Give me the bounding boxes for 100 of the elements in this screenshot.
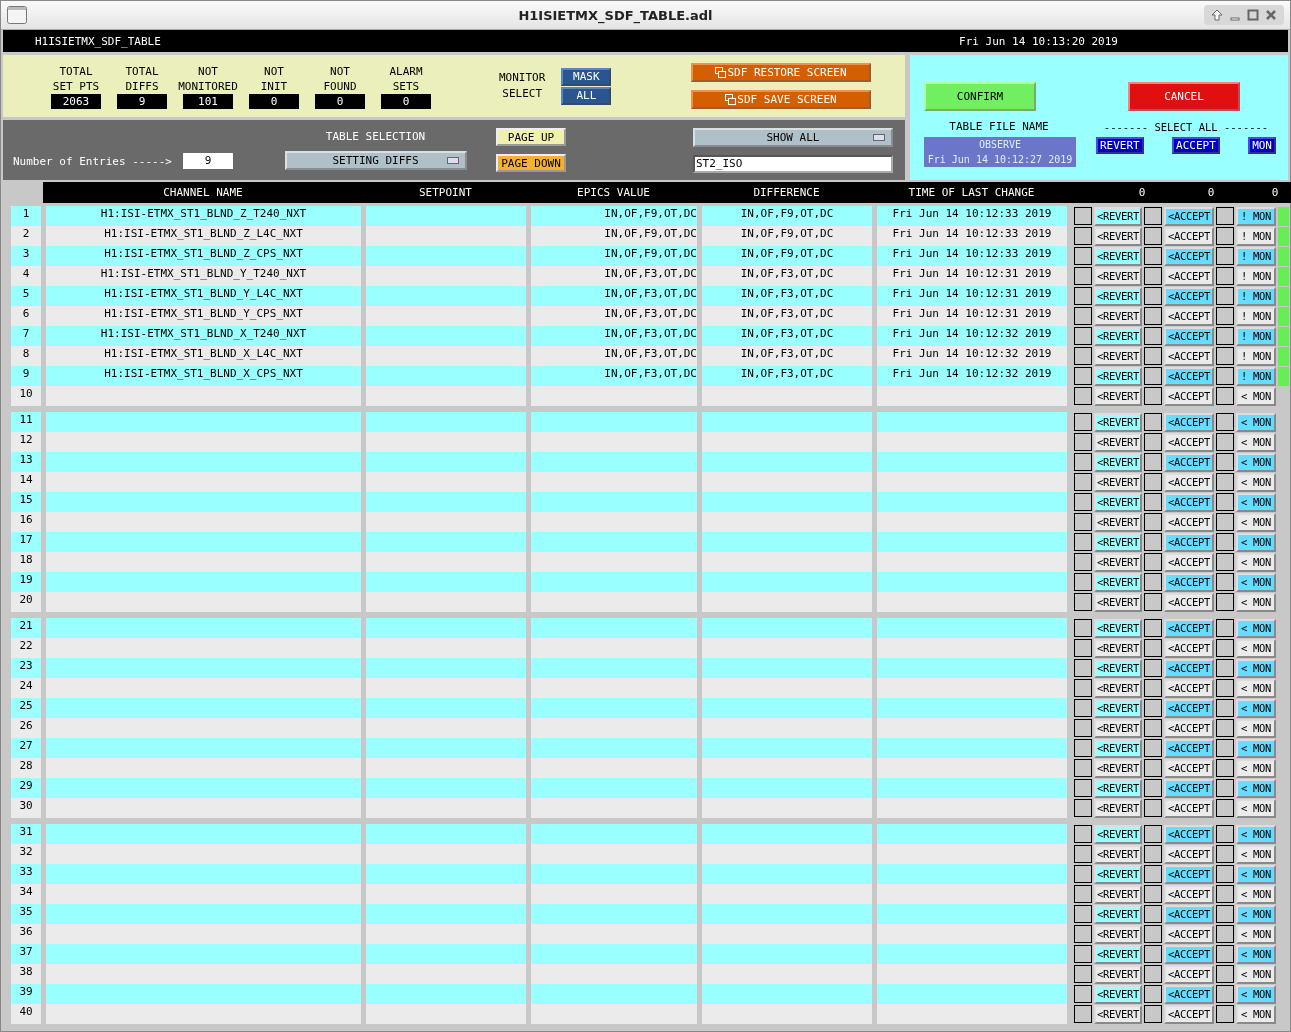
- checkbox[interactable]: [1074, 865, 1092, 883]
- checkbox[interactable]: [1144, 413, 1162, 431]
- checkbox[interactable]: [1144, 779, 1162, 797]
- checkbox[interactable]: [1216, 905, 1234, 923]
- checkbox[interactable]: [1216, 845, 1234, 863]
- revert-button[interactable]: <REVERT: [1094, 306, 1142, 326]
- revert-button[interactable]: <REVERT: [1094, 778, 1142, 798]
- monitor-button[interactable]: ! MON: [1236, 246, 1276, 266]
- accept-button[interactable]: <ACCEPT: [1164, 924, 1214, 944]
- accept-button[interactable]: <ACCEPT: [1164, 386, 1214, 406]
- checkbox[interactable]: [1216, 287, 1234, 305]
- checkbox[interactable]: [1144, 659, 1162, 677]
- monitor-button[interactable]: < MON: [1236, 658, 1276, 678]
- checkbox[interactable]: [1074, 387, 1092, 405]
- accept-button[interactable]: <ACCEPT: [1164, 366, 1214, 386]
- monitor-button[interactable]: < MON: [1236, 778, 1276, 798]
- checkbox[interactable]: [1074, 905, 1092, 923]
- monitor-button[interactable]: < MON: [1236, 552, 1276, 572]
- up-arrow-icon[interactable]: [1210, 8, 1224, 22]
- checkbox[interactable]: [1074, 845, 1092, 863]
- revert-button[interactable]: <REVERT: [1094, 386, 1142, 406]
- checkbox[interactable]: [1144, 307, 1162, 325]
- revert-button[interactable]: <REVERT: [1094, 844, 1142, 864]
- monitor-button[interactable]: < MON: [1236, 758, 1276, 778]
- checkbox[interactable]: [1074, 227, 1092, 245]
- checkbox[interactable]: [1074, 925, 1092, 943]
- checkbox[interactable]: [1074, 985, 1092, 1003]
- revert-button[interactable]: <REVERT: [1094, 864, 1142, 884]
- checkbox[interactable]: [1074, 473, 1092, 491]
- checkbox[interactable]: [1216, 639, 1234, 657]
- checkbox[interactable]: [1216, 307, 1234, 325]
- accept-button[interactable]: <ACCEPT: [1164, 412, 1214, 432]
- checkbox[interactable]: [1144, 885, 1162, 903]
- confirm-button[interactable]: CONFIRM: [924, 82, 1036, 111]
- accept-button[interactable]: <ACCEPT: [1164, 266, 1214, 286]
- select-all-button[interactable]: ACCEPT: [1172, 137, 1220, 154]
- accept-button[interactable]: <ACCEPT: [1164, 824, 1214, 844]
- screen-button[interactable]: SDF SAVE SCREEN: [691, 90, 871, 109]
- accept-button[interactable]: <ACCEPT: [1164, 964, 1214, 984]
- accept-button[interactable]: <ACCEPT: [1164, 678, 1214, 698]
- accept-button[interactable]: <ACCEPT: [1164, 1004, 1214, 1024]
- revert-button[interactable]: <REVERT: [1094, 944, 1142, 964]
- cancel-button[interactable]: CANCEL: [1128, 82, 1240, 111]
- checkbox[interactable]: [1216, 227, 1234, 245]
- checkbox[interactable]: [1074, 433, 1092, 451]
- checkbox[interactable]: [1144, 573, 1162, 591]
- accept-button[interactable]: <ACCEPT: [1164, 944, 1214, 964]
- checkbox[interactable]: [1144, 287, 1162, 305]
- checkbox[interactable]: [1216, 247, 1234, 265]
- checkbox[interactable]: [1216, 493, 1234, 511]
- revert-button[interactable]: <REVERT: [1094, 432, 1142, 452]
- maximize-icon[interactable]: [1246, 8, 1260, 22]
- checkbox[interactable]: [1144, 453, 1162, 471]
- monitor-button[interactable]: < MON: [1236, 386, 1276, 406]
- checkbox[interactable]: [1074, 267, 1092, 285]
- monitor-button[interactable]: < MON: [1236, 532, 1276, 552]
- revert-button[interactable]: <REVERT: [1094, 412, 1142, 432]
- accept-button[interactable]: <ACCEPT: [1164, 984, 1214, 1004]
- accept-button[interactable]: <ACCEPT: [1164, 884, 1214, 904]
- checkbox[interactable]: [1144, 619, 1162, 637]
- monitor-button[interactable]: < MON: [1236, 864, 1276, 884]
- revert-button[interactable]: <REVERT: [1094, 904, 1142, 924]
- monitor-button[interactable]: < MON: [1236, 924, 1276, 944]
- checkbox[interactable]: [1216, 533, 1234, 551]
- accept-button[interactable]: <ACCEPT: [1164, 452, 1214, 472]
- select-all-button[interactable]: REVERT: [1096, 137, 1144, 154]
- revert-button[interactable]: <REVERT: [1094, 984, 1142, 1004]
- accept-button[interactable]: <ACCEPT: [1164, 658, 1214, 678]
- checkbox[interactable]: [1074, 513, 1092, 531]
- revert-button[interactable]: <REVERT: [1094, 638, 1142, 658]
- checkbox[interactable]: [1144, 367, 1162, 385]
- revert-button[interactable]: <REVERT: [1094, 326, 1142, 346]
- checkbox[interactable]: [1144, 865, 1162, 883]
- checkbox[interactable]: [1074, 639, 1092, 657]
- checkbox[interactable]: [1216, 885, 1234, 903]
- monitor-button[interactable]: ! MON: [1236, 326, 1276, 346]
- accept-button[interactable]: <ACCEPT: [1164, 904, 1214, 924]
- checkbox[interactable]: [1074, 347, 1092, 365]
- checkbox[interactable]: [1144, 207, 1162, 225]
- revert-button[interactable]: <REVERT: [1094, 718, 1142, 738]
- monitor-button[interactable]: ALL: [561, 86, 612, 105]
- monitor-button[interactable]: < MON: [1236, 844, 1276, 864]
- checkbox[interactable]: [1144, 759, 1162, 777]
- checkbox[interactable]: [1144, 267, 1162, 285]
- page-down-button[interactable]: PAGE DOWN: [496, 154, 566, 172]
- revert-button[interactable]: <REVERT: [1094, 552, 1142, 572]
- checkbox[interactable]: [1216, 699, 1234, 717]
- monitor-button[interactable]: ! MON: [1236, 286, 1276, 306]
- checkbox[interactable]: [1144, 327, 1162, 345]
- menu-button[interactable]: SETTING DIFFS: [284, 151, 467, 170]
- accept-button[interactable]: <ACCEPT: [1164, 798, 1214, 818]
- checkbox[interactable]: [1216, 267, 1234, 285]
- monitor-button[interactable]: < MON: [1236, 638, 1276, 658]
- checkbox[interactable]: [1074, 593, 1092, 611]
- checkbox[interactable]: [1144, 473, 1162, 491]
- checkbox[interactable]: [1074, 207, 1092, 225]
- revert-button[interactable]: <REVERT: [1094, 346, 1142, 366]
- revert-button[interactable]: <REVERT: [1094, 698, 1142, 718]
- revert-button[interactable]: <REVERT: [1094, 286, 1142, 306]
- checkbox[interactable]: [1216, 739, 1234, 757]
